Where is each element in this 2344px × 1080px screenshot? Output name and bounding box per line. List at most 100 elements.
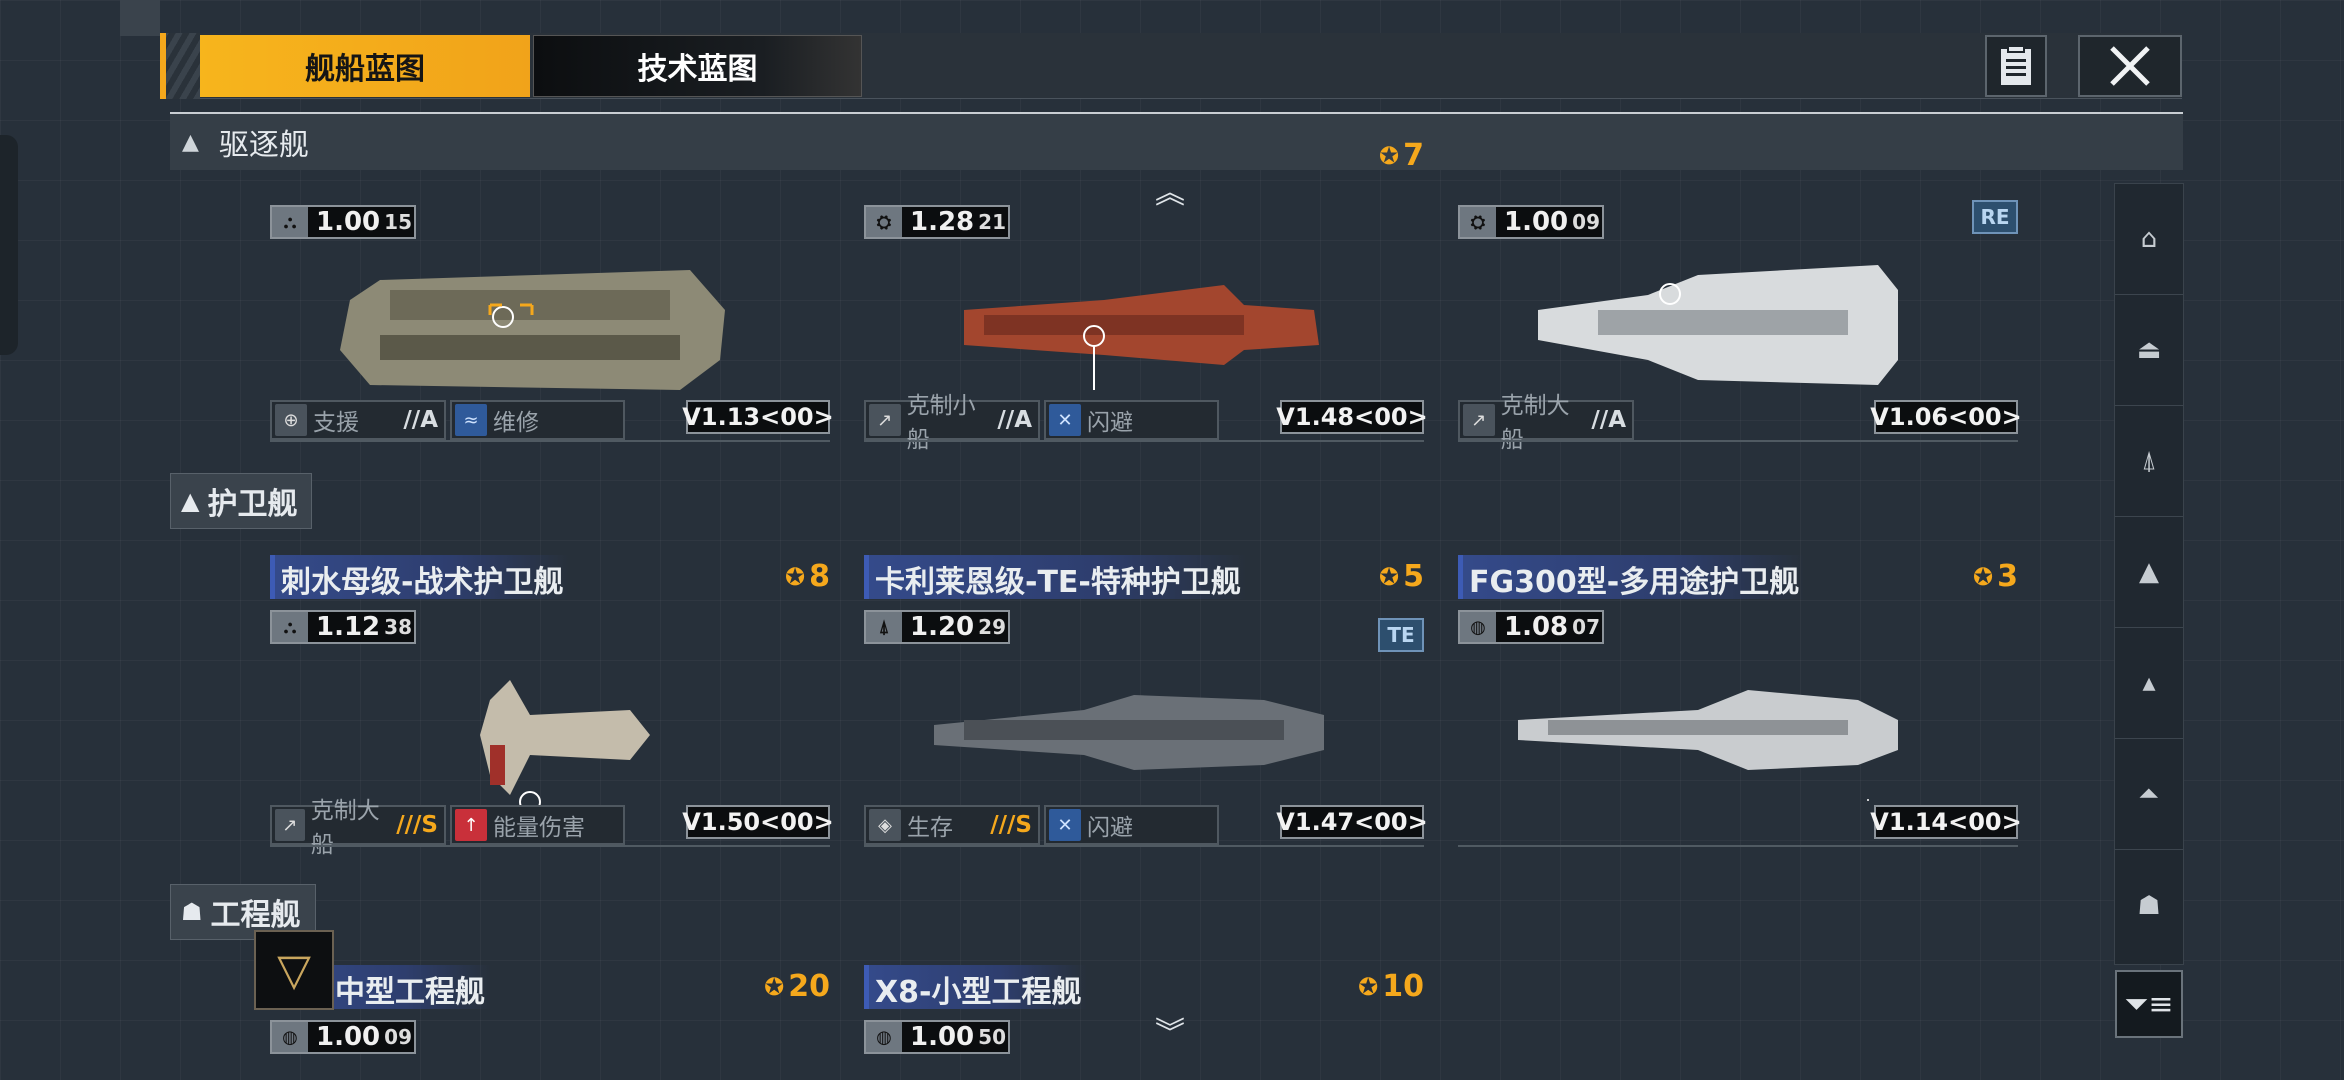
divider — [270, 440, 830, 442]
rank-icon: ✪ — [1358, 972, 1379, 1001]
version-label: V1.47<00> — [1276, 805, 1428, 839]
sidebar-item-engineering[interactable]: ☗ — [2115, 850, 2183, 961]
side-handle[interactable] — [0, 135, 18, 355]
version-tag: ⛬ 1.00 15 — [270, 205, 416, 239]
destroyer-section-icon: ▲ — [182, 129, 199, 155]
repair-icon: ≈ — [455, 404, 487, 436]
trait-primary: ◈ 生存///S — [864, 805, 1040, 845]
destroyer-icon: ⍋ — [2141, 445, 2157, 476]
version-tag: ◍ 1.00 09 — [270, 1020, 416, 1054]
engineering-icon: ☗ — [181, 898, 203, 926]
evade-icon: ✕ — [1049, 404, 1081, 436]
divider — [270, 845, 830, 847]
version-tag: ⍋ 1.20 29 — [864, 610, 1010, 644]
counter-small-icon: ↗ — [869, 404, 901, 436]
corner-block — [120, 0, 160, 36]
support-icon: ⊕ — [275, 404, 307, 436]
frigate-icon: ▲ — [2139, 557, 2159, 587]
trait-secondary: ↑ 能量伤害 — [450, 805, 625, 845]
sidebar-item-fighter[interactable]: ⏶ — [2115, 739, 2183, 850]
evade-icon: ✕ — [1049, 809, 1081, 841]
version-label: V1.06<00> — [1870, 400, 2022, 434]
ship-title: 卡利莱恩级-TE-特种护卫舰 — [864, 555, 1247, 600]
sidebar-item-corvette[interactable]: ▴ — [2115, 628, 2183, 739]
ship-card[interactable]: X8-小型工程舰 ✪ 10 ◍ 1.00 50 — [864, 965, 1424, 1080]
variant-badge: TE — [1378, 618, 1424, 652]
ship-class-icon: ⛭ — [866, 207, 902, 237]
version-tag: ⛭ 1.00 09 — [1458, 205, 1604, 239]
trait-secondary: ≈ 维修 — [450, 400, 625, 440]
ship-card[interactable]: 卡利莱恩级-TE-特种护卫舰 ✪ 5 ⍋ 1.20 29 TE ◈ 生存///S ✕ 闪避… — [864, 555, 1428, 855]
carrier-icon: ⌂ — [2140, 224, 2158, 254]
ship-card[interactable]: 刺水母级-战术护卫舰 ✪ 8 ⛬ 1.12 38 ↗ 克制大船///S ↑ 能量伤害 V1… — [270, 555, 834, 858]
version-tag: ⛭ 1.28 21 — [864, 205, 1010, 239]
ship-title: FG300型-多用途护卫舰 — [1458, 555, 1806, 600]
ship-image — [964, 285, 1319, 390]
trait-primary: ↗ 克制大船///S — [270, 798, 446, 858]
corvette-icon: ▴ — [2142, 668, 2156, 698]
variant-badge: RE — [1972, 200, 2018, 234]
ship-image — [340, 270, 725, 390]
commander-avatar[interactable]: ▽ — [254, 930, 334, 1010]
version-label: V1.13<00> — [682, 400, 834, 434]
ship-image — [934, 695, 1324, 825]
ship-card[interactable]: ⛭ 1.00 09 RE ↗ 克制大船//A V1.06<00> — [1458, 150, 2022, 453]
category-sidebar: ⌂ ⏏ ⍋ ▲ ▴ ⏶ ☗ — [2114, 183, 2184, 965]
version-tag: ◍ 1.08 07 — [1458, 610, 1604, 644]
sidebar-item-frigate[interactable]: ▲ — [2115, 517, 2183, 628]
ship-card[interactable]: ⛬ 1.00 15 ⊕ 支援//A ≈ 维修 V1.13<00> — [270, 150, 834, 450]
divider — [1458, 845, 2018, 847]
divider — [864, 440, 1424, 442]
ship-class-icon: ⍋ — [866, 612, 902, 642]
energy-damage-icon: ↑ — [455, 809, 487, 841]
trait-primary: ↗ 克制大船//A — [1458, 393, 1634, 453]
ship-card[interactable]: 中型工程舰 ✪ 20 ◍ 1.00 09 — [270, 965, 830, 1080]
counter-large-icon: ↗ — [1463, 404, 1495, 436]
sidebar-item-carrier[interactable]: ⌂ — [2115, 184, 2183, 295]
notes-icon — [2001, 45, 2031, 85]
ship-image — [1518, 690, 1898, 801]
rank-icon: ✪ — [1973, 562, 1994, 591]
version-label: V1.50<00> — [682, 805, 834, 839]
score: ✪ 3 — [1973, 559, 2018, 594]
top-bar-stripe — [160, 33, 200, 99]
emblem-icon: ▽ — [277, 944, 311, 996]
close-button[interactable] — [2078, 35, 2182, 97]
counter-large-icon: ↗ — [275, 809, 305, 841]
score: ✪ 10 — [1358, 969, 1424, 1004]
score: ✪ 7 — [1379, 138, 1424, 173]
version-tag: ⛬ 1.12 38 — [270, 610, 416, 644]
version-label: V1.14<00> — [1870, 805, 2022, 839]
ship-class-icon: ⛭ — [1460, 207, 1496, 237]
category-frigate[interactable]: ▲ 护卫舰 — [170, 473, 313, 529]
divider — [864, 845, 1424, 847]
score: ✪ 5 — [1379, 559, 1424, 594]
rank-icon: ✪ — [764, 972, 785, 1001]
filter-icon: ⏷≡ — [2124, 986, 2174, 1022]
ship-title: 刺水母级-战术护卫舰 — [270, 555, 570, 600]
globe-icon: ◍ — [1460, 612, 1496, 642]
ship-card[interactable]: FG300型-多用途护卫舰 ✪ 3 ◍ 1.08 07 V1.14<00> — [1458, 555, 2022, 855]
ship-card[interactable]: ✪ 7 ⛭ 1.28 21 ↗ 克制小船//A ✕ 闪避 V1.48<00> — [864, 138, 1428, 453]
tab-tech-blueprint[interactable]: 技术蓝图 — [533, 35, 862, 97]
divider — [1458, 440, 2018, 442]
trait-primary: ↗ 克制小船//A — [864, 393, 1040, 453]
sidebar-item-cruiser[interactable]: ⏏ — [2115, 295, 2183, 406]
tab-ship-blueprint[interactable]: 舰船蓝图 — [200, 35, 530, 97]
survival-icon: ◈ — [869, 809, 901, 841]
sidebar-item-destroyer[interactable]: ⍋ — [2115, 406, 2183, 517]
ship-image — [1538, 265, 1898, 385]
engineering-icon: ☗ — [2137, 890, 2161, 921]
cruiser-icon: ⏏ — [2136, 335, 2162, 365]
trait-secondary: ✕ 闪避 — [1044, 805, 1219, 845]
scroll-down-icon[interactable]: ︾ — [1155, 1008, 1185, 1052]
ship-class-icon: ⛬ — [272, 612, 308, 642]
score: ✪ 20 — [764, 969, 830, 1004]
trait-secondary: ✕ 闪避 — [1044, 400, 1219, 440]
scroll-up-icon[interactable]: ︽ — [1155, 168, 1185, 212]
rank-icon: ✪ — [1379, 562, 1400, 591]
rank-icon: ✪ — [1379, 141, 1400, 170]
filter-button[interactable]: ⏷≡ — [2115, 970, 2183, 1038]
trait-primary: ⊕ 支援//A — [270, 400, 446, 440]
notes-button[interactable] — [1985, 35, 2047, 97]
